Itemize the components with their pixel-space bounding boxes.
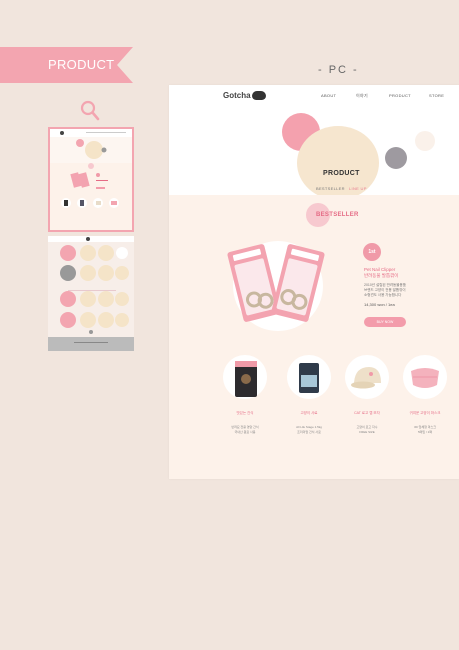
featured-name-kr: 반려동물 발톱깎이 [364,273,399,278]
cat-icon [251,91,266,101]
featured-description: 2010년 설립된 반려동물용품 브랜드 고양이 전용 발톱깎이 소형견도 사용… [364,283,406,298]
product-image [403,355,447,399]
thumbnail-preview [50,129,132,230]
product-image [345,355,389,399]
bestseller-title: BESTSELLER [316,212,359,218]
product-name: 귀여운 고양이 마스크 [409,411,441,415]
logo-text: Gotcha [223,91,251,100]
product-desc-line: 5매입 / 1팩 [417,429,433,434]
decor-circle-light [415,131,435,151]
product-desc-line: FREE SIZE [359,429,375,434]
pc-preview-frame: Gotcha ABOUT 이야기 PRODUCT STORE PRODUCT B… [169,85,459,479]
site-nav: Gotcha ABOUT 이야기 PRODUCT STORE [169,85,459,107]
thumbnail-store-page[interactable] [48,236,134,351]
product-section-ribbon: PRODUCT [0,47,133,83]
featured-price: 14,300 won / 1ea [364,302,395,307]
decor-circle-gray [385,147,407,169]
hero-subtitle: BESTSELLER LINE UP [316,186,367,191]
nav-item-story[interactable]: 이야기 [356,93,368,99]
product-desc: All Life Stage 1.5kg 프리미엄 건식 사료 [287,425,331,434]
site-logo[interactable]: Gotcha [223,91,266,101]
hero-section: PRODUCT BESTSELLER LINE UP [169,107,459,200]
mask-image [411,368,439,388]
product-desc-line: 프리미엄 건식 사료 [297,429,321,434]
search-icon [80,100,100,121]
nav-item-store[interactable]: STORE [429,93,444,98]
buy-now-button[interactable]: BUY NOW [364,317,406,327]
food-bag-image [299,363,319,393]
bestseller-section: BESTSELLER 1st Pet Nail Clipper 반려동물 발톱깎… [169,195,459,479]
product-image [287,355,331,399]
product-desc: 3D 입체형 마스크 5매입 / 1팩 [403,425,447,434]
hero-sub-prefix: BESTSELLER [316,186,345,191]
cap-image [351,367,381,389]
thumbnail-product-page[interactable] [48,127,134,232]
product-desc: 반려묘 전용 영양 간식 국내산 원료 사용 [223,425,267,434]
rank-badge: 1st [363,243,381,261]
snack-pouch-image [235,361,257,397]
pc-label: - PC - [318,64,359,76]
product-desc-line: 국내산 원료 사용 [234,429,256,434]
product-name: 고양이 사료 [300,411,318,415]
product-desc: 고양이 로고 자수 FREE SIZE [345,425,389,434]
section-label: PRODUCT [48,57,115,72]
thumbnail-preview [48,236,134,351]
hero-title: PRODUCT [323,170,360,177]
featured-product-name: Pet Nail Clipper 반려동물 발톱깎이 [364,267,398,279]
product-image [223,355,267,399]
hero-sub-suffix: LINE UP [349,186,367,191]
product-name: 맛있는 간식 [236,411,254,415]
desc-line: 소형견도 사용 가능합니다 [364,293,402,297]
product-name: CAT 로고 캡 모자 [354,411,380,415]
nav-item-about[interactable]: ABOUT [321,93,336,98]
nav-item-product[interactable]: PRODUCT [389,93,411,98]
